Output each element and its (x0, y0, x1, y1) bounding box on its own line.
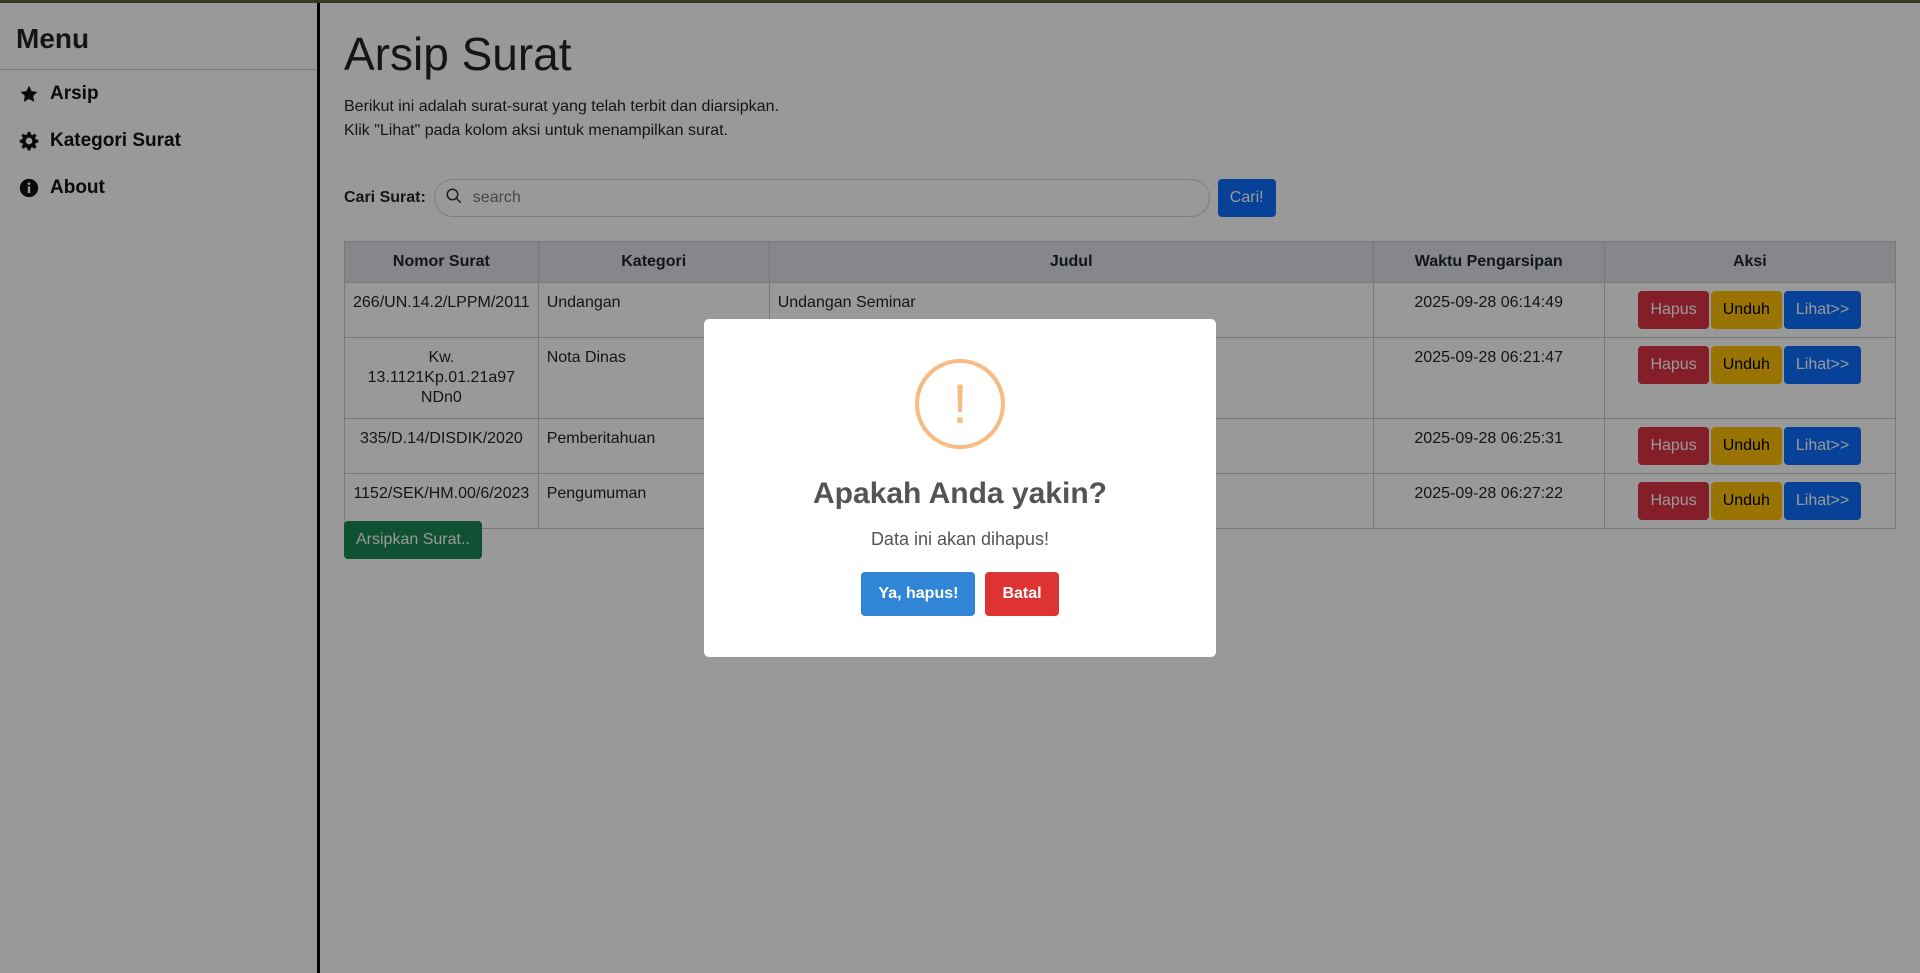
dialog-text: Data ini akan dihapus! (870, 529, 1050, 549)
dialog-actions: Ya, hapus! Batal (704, 572, 1216, 616)
warning-icon: ! (915, 359, 1005, 449)
confirm-delete-button[interactable]: Ya, hapus! (861, 572, 976, 616)
confirm-dialog: ! Apakah Anda yakin? Data ini akan dihap… (704, 319, 1216, 657)
cancel-button[interactable]: Batal (985, 572, 1059, 616)
dialog-title: Apakah Anda yakin? (813, 477, 1107, 510)
